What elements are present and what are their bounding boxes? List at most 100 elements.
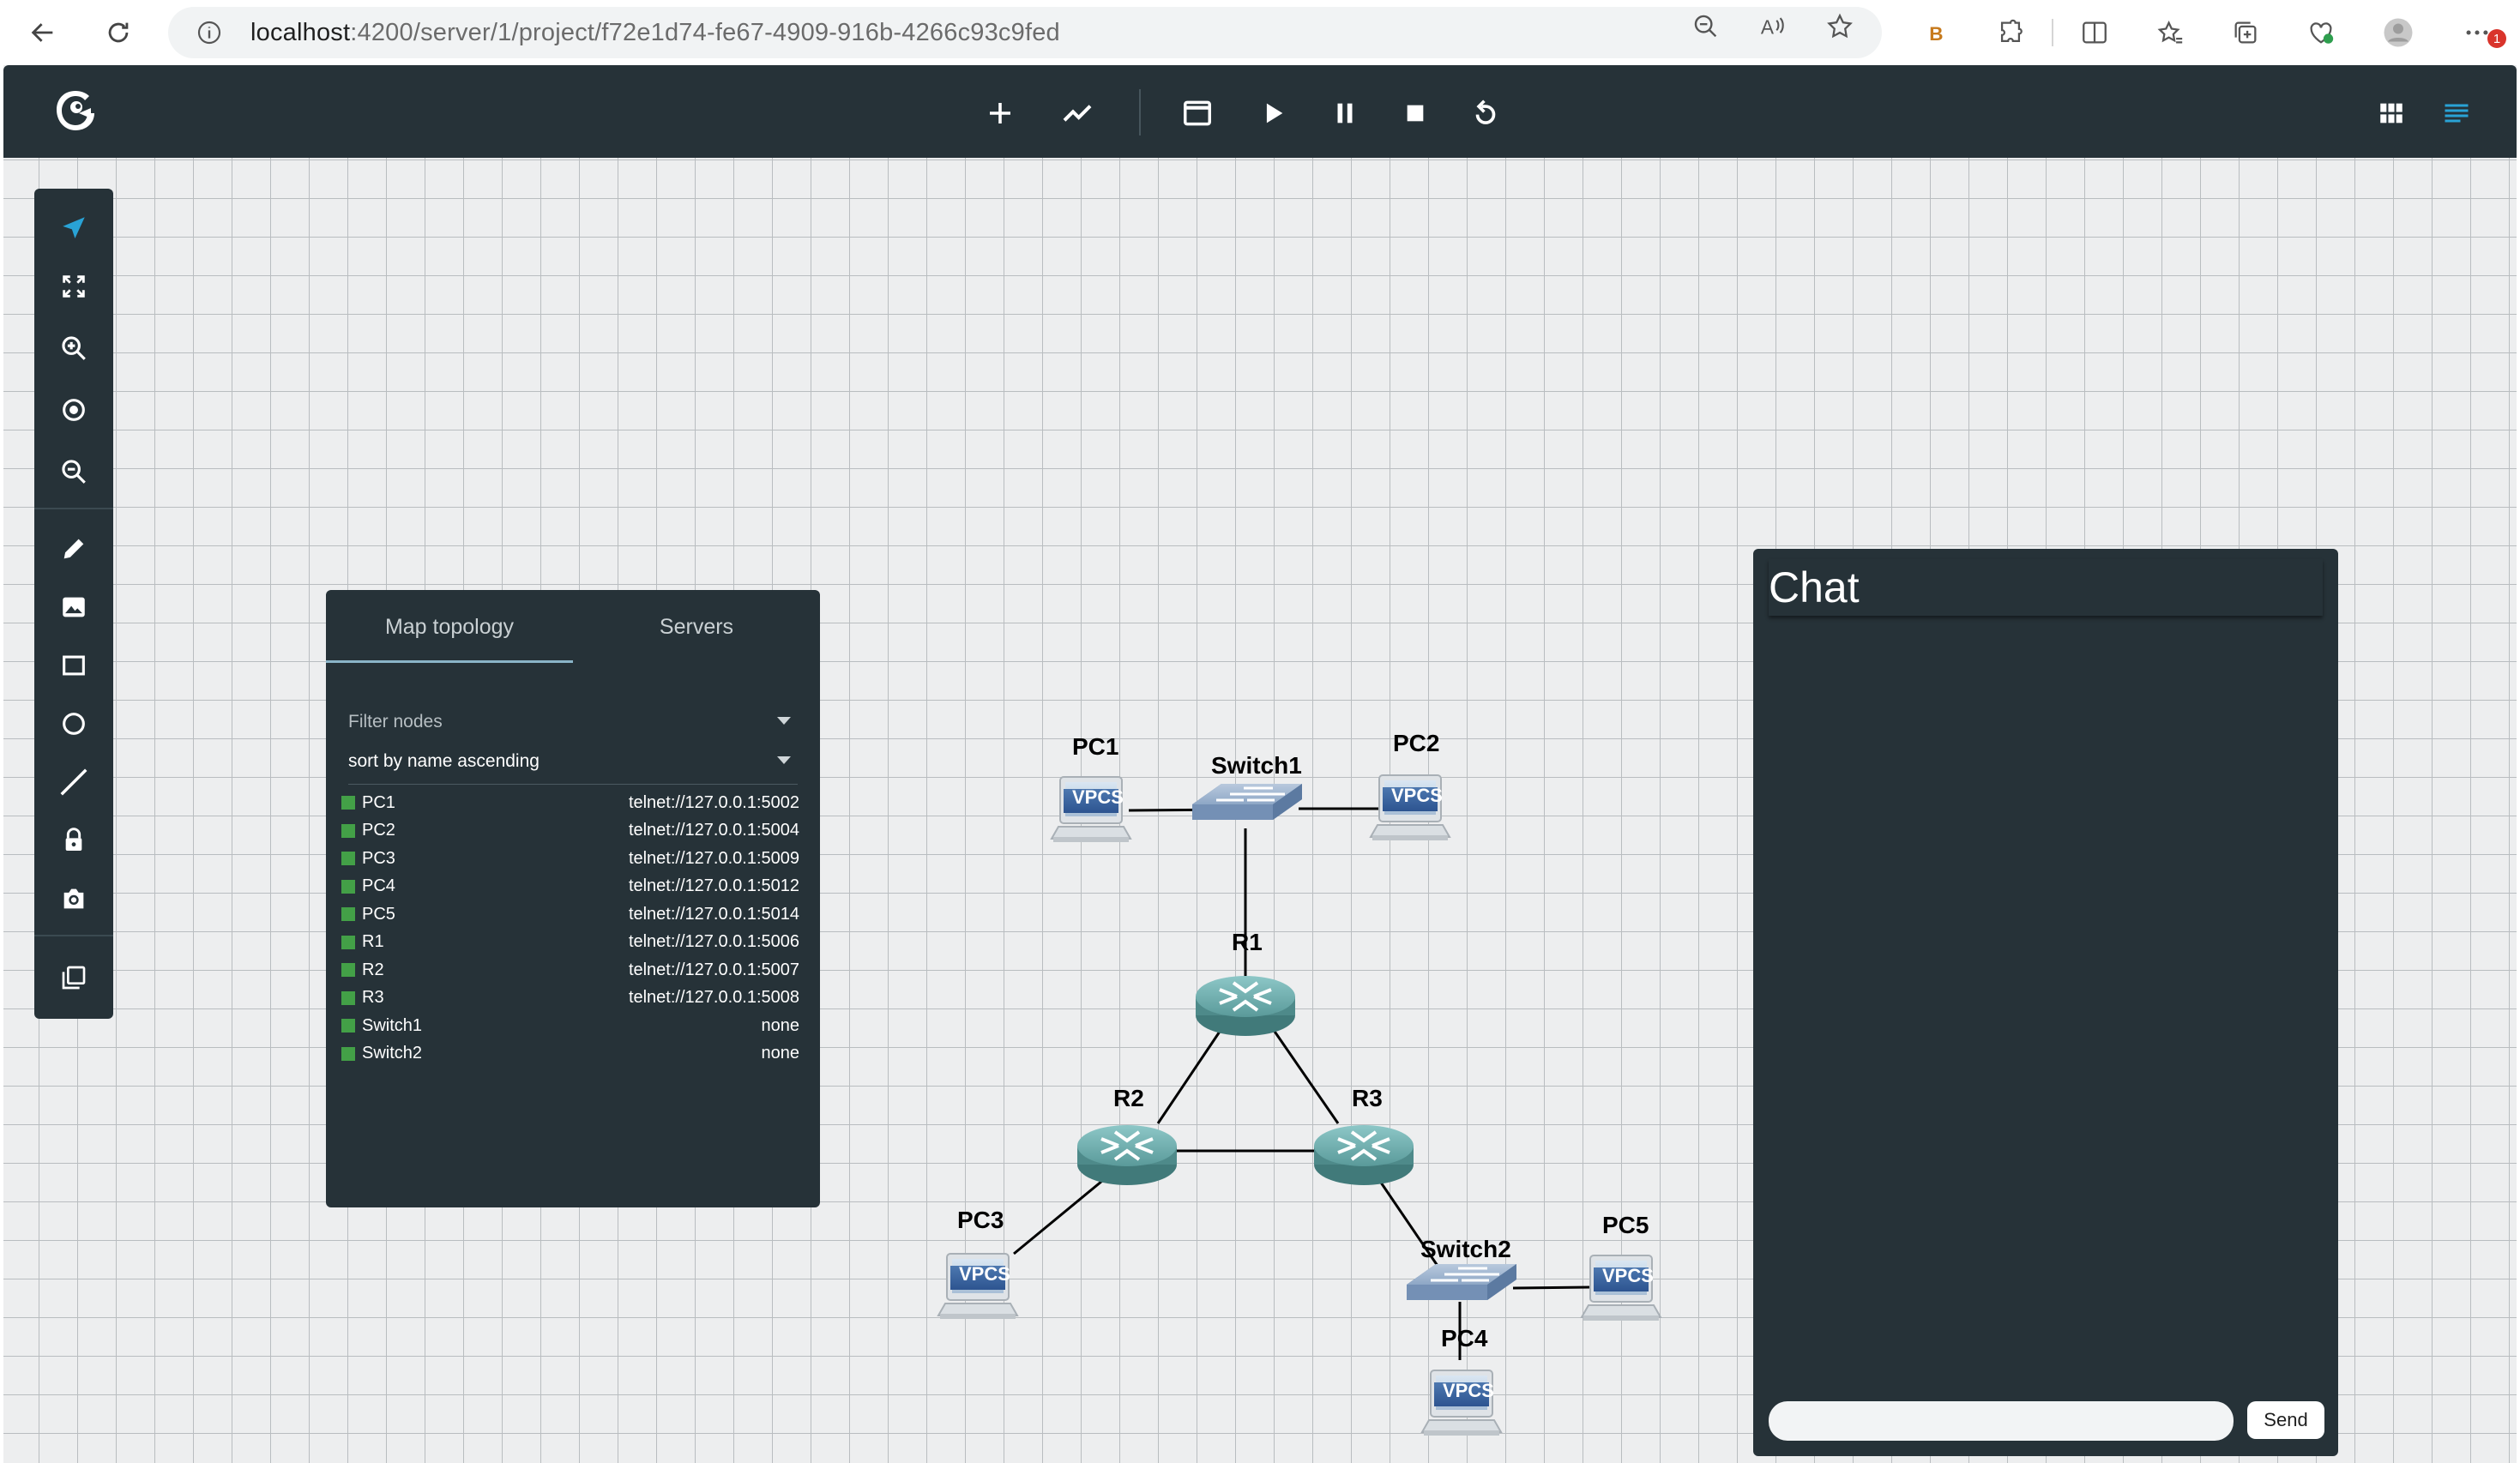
draw-pencil-icon[interactable] — [57, 532, 91, 566]
select-pointer-icon[interactable] — [57, 211, 91, 245]
grid-view-icon[interactable] — [2372, 94, 2410, 132]
send-button[interactable]: Send — [2247, 1401, 2324, 1439]
topology-summary-panel: Map topology Servers Filter nodes sort b… — [326, 590, 820, 1207]
favorite-star-icon[interactable] — [1825, 12, 1854, 45]
stop-icon[interactable] — [1396, 94, 1434, 132]
list-item[interactable]: R3 telnet://127.0.0.1:5008 — [341, 984, 805, 1013]
toggle-panels-icon[interactable] — [57, 960, 91, 995]
node-name: Switch2 — [362, 1044, 423, 1063]
label-r2: R2 — [1113, 1085, 1144, 1111]
split-screen-icon[interactable] — [2079, 17, 2110, 48]
address-bar[interactable]: localhost:4200/server/1/project/f72e1d74… — [168, 7, 1882, 58]
filter-nodes-select[interactable]: Filter nodes — [348, 705, 798, 739]
back-icon[interactable] — [27, 17, 58, 48]
list-item[interactable]: PC3 telnet://127.0.0.1:5009 — [341, 845, 805, 873]
gns3-logo-icon[interactable] — [53, 87, 98, 138]
node-switch1[interactable] — [1191, 782, 1304, 822]
node-console: telnet://127.0.0.1:5007 — [628, 960, 799, 979]
status-started-icon — [341, 963, 355, 978]
insert-image-icon[interactable] — [57, 590, 91, 624]
node-console: telnet://127.0.0.1:5008 — [628, 988, 799, 1008]
chevron-down-icon — [777, 756, 791, 764]
status-started-icon — [341, 907, 355, 922]
map-tools-sidebar — [34, 189, 113, 1019]
node-r2[interactable] — [1076, 1123, 1179, 1187]
node-name: PC5 — [362, 904, 395, 924]
list-item[interactable]: R1 telnet://127.0.0.1:5006 — [341, 929, 805, 957]
label-pc3: PC3 — [957, 1207, 1004, 1233]
status-started-icon — [341, 1046, 355, 1061]
status-started-icon — [341, 990, 355, 1005]
favorites-icon[interactable] — [2155, 17, 2185, 48]
node-name: R2 — [362, 960, 384, 979]
site-info-icon[interactable] — [196, 19, 223, 53]
status-started-icon — [341, 796, 355, 810]
list-item[interactable]: Switch1 none — [341, 1012, 805, 1040]
extensions-icon[interactable] — [1995, 17, 2026, 48]
list-item[interactable]: PC4 telnet://127.0.0.1:5012 — [341, 873, 805, 901]
start-icon[interactable] — [1254, 94, 1292, 132]
zoom-out-icon[interactable] — [1691, 12, 1721, 45]
label-pc5: PC5 — [1602, 1212, 1649, 1238]
add-node-icon[interactable] — [981, 94, 1019, 132]
draw-line-icon[interactable] — [57, 765, 91, 799]
list-view-icon[interactable] — [2438, 94, 2475, 132]
sort-underline — [348, 784, 798, 785]
node-list: PC1 telnet://127.0.0.1:5002 PC2 telnet://1… — [341, 789, 805, 1068]
node-name: R1 — [362, 932, 384, 952]
reload-icon[interactable] — [103, 17, 134, 48]
read-aloud-icon[interactable]: A — [1758, 12, 1788, 45]
screenshot-camera-icon[interactable] — [57, 882, 91, 916]
browser-essentials-icon[interactable] — [2306, 17, 2336, 48]
node-pc5[interactable]: VPCS — [1581, 1255, 1661, 1322]
notification-badge: 1 — [2487, 29, 2506, 48]
tools-separator — [34, 508, 113, 509]
chat-message-input[interactable] — [1769, 1401, 2234, 1441]
status-started-icon — [341, 852, 355, 866]
node-switch2[interactable] — [1405, 1262, 1518, 1302]
fit-to-screen-icon[interactable] — [57, 269, 91, 304]
zoom-out-tool-icon[interactable] — [57, 455, 91, 489]
node-console: telnet://127.0.0.1:5012 — [628, 876, 799, 896]
draw-rectangle-icon[interactable] — [57, 648, 91, 683]
node-pc2[interactable]: VPCS — [1370, 774, 1450, 841]
draw-ellipse-icon[interactable] — [57, 707, 91, 741]
console-icon[interactable] — [1179, 94, 1216, 132]
link-r1-r3 — [1268, 1023, 1340, 1124]
reload-nodes-icon[interactable] — [1467, 94, 1504, 132]
node-console: telnet://127.0.0.1:5002 — [628, 792, 799, 812]
pause-icon[interactable] — [1326, 94, 1364, 132]
zoom-in-icon[interactable] — [57, 331, 91, 365]
toolbar-divider — [2052, 19, 2053, 46]
profile-avatar-icon[interactable] — [2383, 17, 2414, 48]
link-r2-pc3 — [1013, 1171, 1112, 1255]
filter-nodes-placeholder: Filter nodes — [348, 712, 443, 732]
list-item[interactable]: R2 telnet://127.0.0.1:5007 — [341, 956, 805, 984]
tab-servers[interactable]: Servers — [573, 590, 820, 664]
node-name: PC2 — [362, 821, 395, 840]
collections-icon[interactable] — [2230, 17, 2261, 48]
label-switch2: Switch2 — [1420, 1236, 1511, 1262]
node-pc4[interactable]: VPCS — [1421, 1370, 1502, 1436]
app-toolbar — [3, 65, 2517, 158]
node-name: PC4 — [362, 876, 395, 896]
sort-select[interactable]: sort by name ascending — [348, 744, 798, 779]
node-console: telnet://127.0.0.1:5009 — [628, 848, 799, 868]
list-item[interactable]: Switch2 none — [341, 1040, 805, 1069]
list-item[interactable]: PC1 telnet://127.0.0.1:5002 — [341, 789, 805, 817]
reset-zoom-icon[interactable] — [57, 393, 91, 427]
tab-map-topology[interactable]: Map topology — [326, 590, 573, 664]
add-link-icon[interactable] — [1058, 94, 1096, 132]
lock-icon[interactable] — [57, 823, 91, 858]
sort-value: sort by name ascending — [348, 751, 540, 771]
browser-toolbar: localhost:4200/server/1/project/f72e1d74… — [0, 0, 2520, 65]
extension-b-icon[interactable]: B — [1921, 17, 1952, 48]
node-pc1[interactable]: VPCS — [1051, 776, 1131, 843]
gns3-app: VPCS PC1 Switch1 VPCS PC2 R1 R2 R3 VPCS … — [3, 65, 2517, 1463]
list-item[interactable]: PC5 telnet://127.0.0.1:5014 — [341, 900, 805, 929]
node-r1[interactable] — [1194, 974, 1297, 1038]
node-r3[interactable] — [1312, 1123, 1415, 1187]
node-pc3[interactable]: VPCS — [937, 1253, 1018, 1320]
list-item[interactable]: PC2 telnet://127.0.0.1:5004 — [341, 817, 805, 846]
chevron-down-icon — [777, 717, 791, 725]
